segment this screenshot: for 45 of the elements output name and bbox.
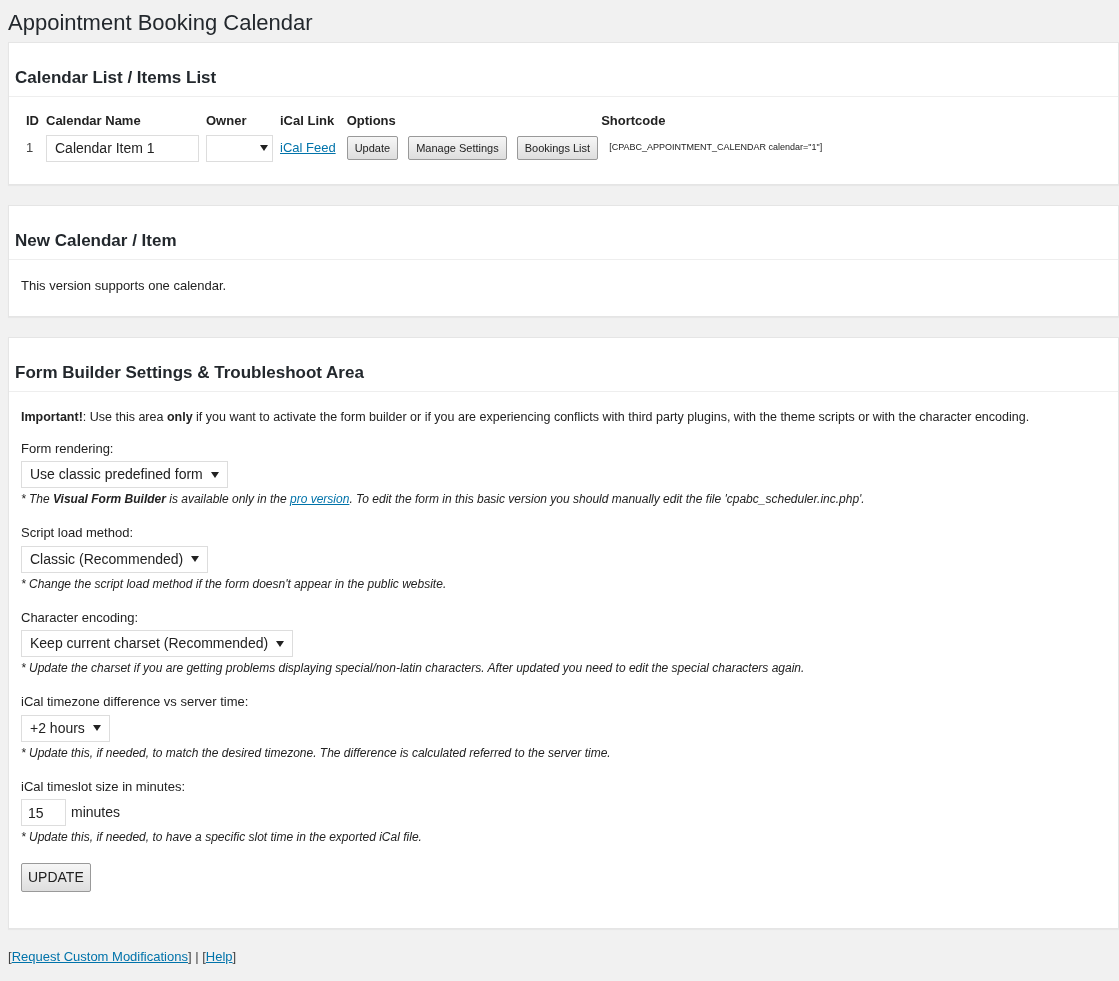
hint-text: * Update this, if needed, to have a specific slot time in the exported iCal file. [21,829,423,847]
caret-icon [260,145,268,151]
field-label: Form rendering: [21,439,115,458]
shortcode-text: [CPABC_APPOINTMENT_CALENDAR calendar="1"] [608,141,823,155]
hint-text: * Update this, if needed, to match the desired timezone. The difference is calculated referred to the server time. [21,744,612,762]
action-button[interactable]: Manage Settings [408,136,507,160]
ical-link[interactable]: iCal Feed [280,140,336,156]
intro-text: Important!: Use this area only if you want to activate the form builder or if you are experiencing conflicts with third party plugins, with the theme scripts or with the character encoding. [21,409,1031,426]
dropdown[interactable]: Keep current charset (Recommended) [21,630,294,658]
field-label: iCal timezone difference vs server time: [21,693,250,712]
panel-heading: Calendar List / Items List [9,42,1118,97]
table-cell-text: 1 [26,139,35,158]
column-header: Calendar Name [46,112,142,130]
action-button[interactable]: Update [346,136,399,160]
hint-text: * Change the script load method if the form doesn't appear in the public website. [21,575,448,593]
number-field[interactable]: 15 [21,799,66,827]
panel-heading: Form Builder Settings & Troubleshoot Area [9,337,1118,392]
column-header: Options [346,112,397,130]
action-button[interactable]: UPDATE [21,863,91,893]
caret-icon [92,725,101,732]
dropdown[interactable]: +2 hours [21,714,110,742]
footer-text: ] | [ [187,949,206,965]
page-title: Appointment Booking Calendar [7,9,314,37]
dropdown[interactable]: Use classic predefined form [21,461,228,489]
panel-heading: New Calendar / Item [9,205,1118,260]
footer-text: [ [8,949,12,965]
column-header: Shortcode [601,112,667,130]
column-header: ID [26,112,40,130]
info-text: This version supports one calendar. [20,277,228,295]
field-label: Script load method: [21,524,134,543]
owner-select[interactable] [206,134,273,162]
name-field[interactable]: Calendar Item 1 [46,134,199,162]
caret-icon [191,556,200,563]
caret-icon [210,471,219,478]
column-header: Owner [206,112,248,130]
action-button[interactable]: Bookings List [516,136,599,160]
field-label: iCal timeslot size in minutes: [21,777,186,796]
footer-text: ] [232,949,237,965]
hint-text: * Update the charset if you are getting problems displaying special/non-latin characters. After updated you need to edit the special characters again. [21,660,806,678]
dropdown[interactable]: Classic (Recommended) [21,545,209,573]
field-label: Character encoding: [21,608,140,627]
column-header: iCal Link [280,112,336,130]
caret-icon [276,640,285,647]
unit-label: minutes [71,803,121,823]
hint-text: * The Visual Form Builder is available only in the pro version. To edit the form in this basic version you should manually edit the file 'cpabc_scheduler.inc.php'. [21,491,866,509]
